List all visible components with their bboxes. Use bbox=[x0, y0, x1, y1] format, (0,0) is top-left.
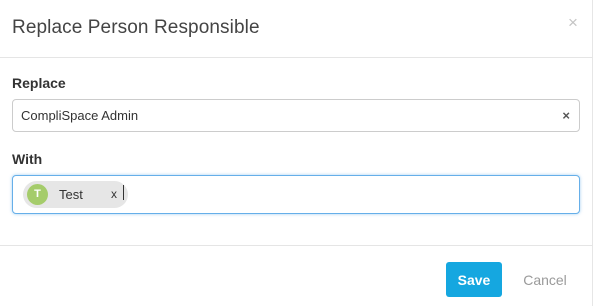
chip-label: Test bbox=[59, 187, 83, 202]
replace-selected-value: CompliSpace Admin bbox=[21, 108, 139, 123]
close-icon[interactable]: × bbox=[566, 14, 580, 31]
replace-person-modal: Replace Person Responsible × Replace Com… bbox=[0, 0, 593, 306]
text-cursor bbox=[123, 185, 124, 200]
with-label: With bbox=[12, 151, 43, 167]
with-tag-input-field[interactable]: T Test x bbox=[12, 175, 580, 214]
remove-chip-icon[interactable]: x bbox=[111, 187, 117, 201]
modal-footer: Save Cancel bbox=[0, 245, 593, 306]
replace-label: Replace bbox=[12, 75, 66, 91]
modal-header: Replace Person Responsible × bbox=[0, 0, 593, 58]
save-button[interactable]: Save bbox=[446, 262, 502, 297]
replace-select[interactable]: CompliSpace Admin × bbox=[12, 99, 580, 132]
with-search-input[interactable] bbox=[122, 184, 562, 204]
clear-selection-icon[interactable]: × bbox=[562, 109, 570, 123]
cancel-button[interactable]: Cancel bbox=[513, 262, 577, 297]
modal-title: Replace Person Responsible bbox=[12, 17, 260, 38]
selected-person-chip: T Test x bbox=[23, 181, 128, 208]
avatar: T bbox=[27, 184, 48, 205]
